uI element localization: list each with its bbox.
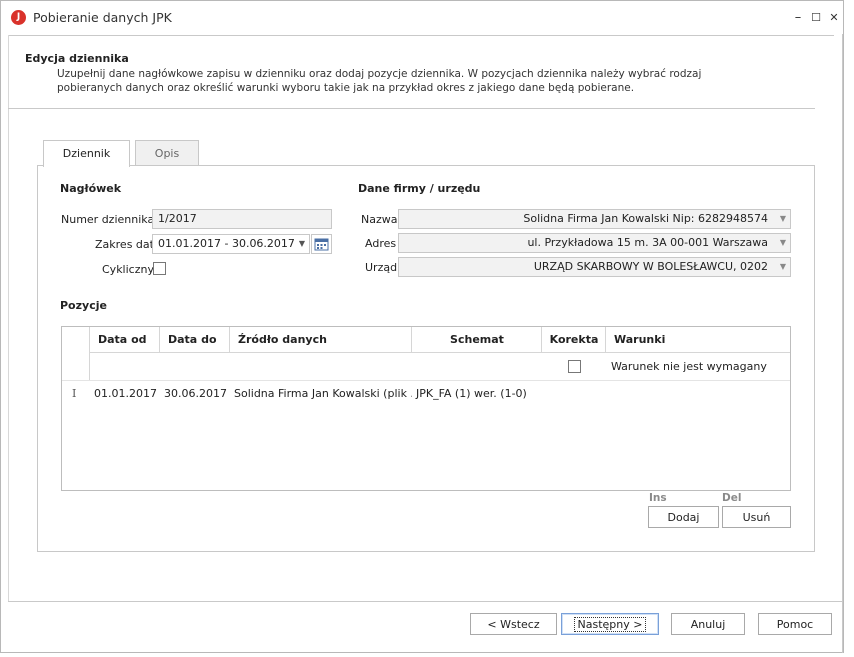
- header-separator: [8, 108, 815, 109]
- column-divider: [411, 327, 412, 353]
- cell-warunki[interactable]: Warunek nie jest wymagany: [607, 354, 789, 380]
- chevron-down-icon[interactable]: ▼: [780, 234, 786, 252]
- window-edge: [842, 34, 843, 653]
- content-border-left: [8, 35, 9, 602]
- app-logo-icon: J: [11, 10, 26, 25]
- usun-button[interactable]: Usuń: [722, 506, 791, 528]
- adres-combo[interactable]: ul. Przykładowa 15 m. 3A 00-001 Warszawa…: [398, 233, 791, 253]
- numer-dziennika-field[interactable]: 1/2017: [152, 209, 332, 229]
- del-shortcut-label: Del: [722, 492, 742, 504]
- adres-label: Adres: [365, 237, 397, 250]
- close-button[interactable]: ✕: [825, 8, 843, 28]
- anuluj-button[interactable]: Anuluj: [671, 613, 745, 635]
- urzad-label: Urząd: [365, 261, 398, 274]
- column-header-warunki[interactable]: Warunki: [606, 327, 790, 353]
- row-divider: [62, 380, 790, 381]
- cell-data-do[interactable]: 30.06.2017: [160, 381, 230, 407]
- nazwa-combo[interactable]: Solidna Firma Jan Kowalski Nip: 62829485…: [398, 209, 791, 229]
- maximize-button[interactable]: ☐: [807, 8, 825, 28]
- wstecz-button[interactable]: < Wstecz: [470, 613, 557, 635]
- tab-dziennik[interactable]: Dziennik: [43, 140, 130, 167]
- column-divider: [541, 327, 542, 353]
- header-description: Uzupełnij dane nagłówkowe zapisu w dzien…: [57, 68, 702, 94]
- column-header-zrodlo[interactable]: Źródło danych: [230, 327, 412, 353]
- naglowek-section-title: Nagłówek: [60, 182, 122, 195]
- zakres-dat-label: Zakres dat: [95, 238, 154, 251]
- pozycje-section-title: Pozycje: [60, 299, 107, 312]
- column-header-data-do[interactable]: Data do: [160, 327, 230, 353]
- nastepny-button[interactable]: Następny >: [561, 613, 659, 635]
- numer-dziennika-label: Numer dziennika: [61, 213, 155, 226]
- cykliczny-label: Cykliczny: [102, 263, 154, 276]
- title-bar: J Pobieranie danych JPK – ☐ ✕: [1, 1, 843, 35]
- ins-shortcut-label: Ins: [649, 492, 667, 504]
- pomoc-button[interactable]: Pomoc: [758, 613, 832, 635]
- chevron-down-icon[interactable]: ▼: [780, 258, 786, 276]
- cell-zrodlo[interactable]: Solidna Firma Jan Kowalski (plik ...: [230, 381, 412, 407]
- zakres-dat-field[interactable]: 01.01.2017 - 30.06.2017 ▼: [152, 234, 310, 254]
- pozycje-grid: Data od Data do Źródło danych Schemat Ko…: [61, 326, 791, 491]
- chevron-down-icon[interactable]: ▼: [780, 210, 786, 228]
- urzad-value: URZĄD SKARBOWY W BOLESŁAWCU, 0202: [533, 260, 768, 273]
- cykliczny-checkbox[interactable]: [153, 262, 166, 275]
- column-header-korekta[interactable]: Korekta: [542, 327, 606, 353]
- column-header-data-od[interactable]: Data od: [90, 327, 160, 353]
- cell-data-od[interactable]: 01.01.2017: [90, 381, 160, 407]
- column-header-schemat[interactable]: Schemat: [412, 327, 542, 353]
- minimize-button[interactable]: –: [789, 8, 807, 28]
- calendar-button[interactable]: [311, 234, 332, 254]
- dodaj-button[interactable]: Dodaj: [648, 506, 719, 528]
- column-divider: [605, 327, 606, 353]
- zakres-dat-value: 01.01.2017 - 30.06.2017: [158, 237, 295, 250]
- firma-section-title: Dane firmy / urzędu: [358, 182, 481, 195]
- header-title: Edycja dziennika: [25, 52, 129, 65]
- window-title: Pobieranie danych JPK: [33, 10, 172, 25]
- adres-value: ul. Przykładowa 15 m. 3A 00-001 Warszawa: [527, 236, 768, 249]
- cell-schemat[interactable]: JPK_FA (1) wer. (1-0): [412, 381, 542, 407]
- calendar-icon: [314, 238, 329, 251]
- column-divider: [229, 327, 230, 353]
- tab-opis[interactable]: Opis: [135, 140, 199, 165]
- title-separator: [8, 35, 834, 36]
- table-row[interactable]: I 01.01.2017 30.06.2017 Solidna Firma Ja…: [62, 354, 790, 400]
- row-cursor-marker: I: [72, 387, 77, 400]
- cell-korekta-checkbox[interactable]: [568, 360, 581, 373]
- nazwa-label: Nazwa: [361, 213, 398, 226]
- nazwa-value: Solidna Firma Jan Kowalski Nip: 62829485…: [523, 212, 768, 225]
- urzad-combo[interactable]: URZĄD SKARBOWY W BOLESŁAWCU, 0202 ▼: [398, 257, 791, 277]
- chevron-down-icon[interactable]: ▼: [299, 235, 305, 253]
- column-divider: [159, 327, 160, 353]
- footer-separator: [8, 601, 842, 602]
- nastepny-label: Następny >: [573, 617, 647, 632]
